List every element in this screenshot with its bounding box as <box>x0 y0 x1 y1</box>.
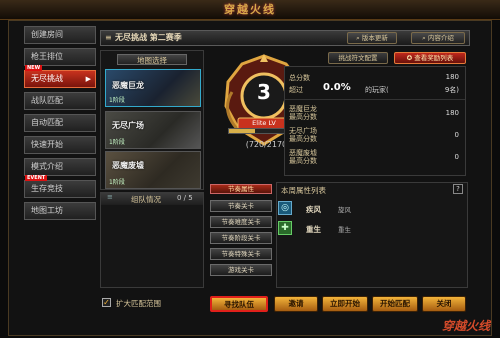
attr-button-1[interactable]: 节奏关卡 <box>210 200 272 212</box>
map1-score-label: 恶魔巨龙 最高分数 <box>289 105 317 121</box>
gift-icon: ✪ <box>406 54 413 62</box>
map3-score-value: 0 <box>454 153 459 161</box>
mode-header: ≡ 无尽挑战 第二赛季 ⌕ 版本更新 ⌕ 内容介绍 <box>100 30 470 46</box>
version-update-button[interactable]: ⌕ 版本更新 <box>347 32 397 44</box>
exceed-suffix: 的玩家( <box>365 86 389 94</box>
sidebar-item-clan-match[interactable]: 战队匹配 <box>24 92 96 110</box>
content-intro-button[interactable]: ⌕ 内容介绍 <box>411 32 465 44</box>
list-icon: ≡ <box>105 33 112 42</box>
rank-level-label: Elite LV <box>252 119 276 127</box>
map-card-dragon[interactable]: 恶魔巨龙 1阶段 <box>105 69 201 107</box>
search-icon: ⌕ <box>422 34 426 42</box>
reward-list-tab[interactable]: ✪ 查看奖励列表 <box>394 52 466 64</box>
team-status-title: 组队情况 <box>131 195 161 204</box>
sidebar-item-create-room[interactable]: 创建房间 <box>24 26 96 44</box>
map3-score-label: 恶魔废墟 最高分数 <box>289 149 317 165</box>
expand-range-option[interactable]: ✓ 扩大匹配范围 <box>102 296 202 310</box>
wind-icon: ◎ <box>278 201 292 215</box>
find-team-button[interactable]: 寻找队伍 <box>210 296 268 312</box>
game-logo: 穿越火线 <box>224 3 276 16</box>
attribute-title: 节奏属性 <box>210 184 272 194</box>
stats-panel: 总分数 180 超过 0.0% 的玩家( 9名) 恶魔巨龙 最高分数 180 无… <box>284 66 466 176</box>
invite-button[interactable]: 邀请 <box>274 296 318 312</box>
map2-score-value: 0 <box>454 131 459 139</box>
team-status-panel: ≡ 组队情况 0 / 5 <box>100 192 204 288</box>
map-select-title: 地图选择 <box>117 54 187 65</box>
attr-button-4[interactable]: 节奏特殊关卡 <box>210 248 272 260</box>
sidebar-item-rank[interactable]: 枪王排位 <box>24 48 96 66</box>
new-badge: NEW <box>25 65 43 71</box>
exceed-percent: 0.0% <box>323 82 351 93</box>
attr-button-2[interactable]: 节奏难度关卡 <box>210 216 272 228</box>
arrow-right-icon: ▶ <box>85 75 91 83</box>
start-match-button[interactable]: 开始匹配 <box>372 296 418 312</box>
map1-score-value: 180 <box>445 109 459 117</box>
event-badge: EVENT <box>25 175 48 181</box>
checkbox-icon[interactable]: ✓ <box>102 298 111 307</box>
attr-button-5[interactable]: 游戏关卡 <box>210 264 272 276</box>
sidebar-item-survival[interactable]: EVENT 生存竞技 <box>24 175 96 198</box>
rank-progress-fill <box>229 129 255 133</box>
rank-position: 9名) <box>444 86 459 94</box>
map-select-panel: 地图选择 恶魔巨龙 1阶段 无尽广场 1阶段 恶魔废墟 1阶段 <box>100 50 204 190</box>
help-icon[interactable]: ? <box>453 184 463 194</box>
attribute-list-title: 本周属性列表 <box>281 186 326 195</box>
page-title: 无尽挑战 第二赛季 <box>115 33 182 42</box>
sidebar-item-quick-start[interactable]: 快速开始 <box>24 136 96 154</box>
map-card-square[interactable]: 无尽广场 1阶段 <box>105 111 201 149</box>
scroll-up-icon[interactable]: ≡ <box>107 193 113 201</box>
search-icon: ⌕ <box>356 34 360 42</box>
total-score-value: 180 <box>445 73 459 81</box>
revive-icon: ✚ <box>278 221 292 235</box>
map-card-ruins[interactable]: 恶魔废墟 1阶段 <box>105 151 201 189</box>
list-item[interactable]: ◎ 疾风 旋风 <box>276 200 466 216</box>
list-item[interactable]: ✚ 重生 重生 <box>276 220 466 236</box>
team-count: 0 / 5 <box>177 194 193 202</box>
total-score-label: 总分数 <box>289 74 310 82</box>
attr-button-3[interactable]: 节奏阶段关卡 <box>210 232 272 244</box>
sidebar-item-auto-match[interactable]: 自动匹配 <box>24 114 96 132</box>
challenge-config-tab[interactable]: 挑战符文配置 <box>328 52 388 64</box>
map2-score-label: 无尽广场 最高分数 <box>289 127 317 143</box>
watermark-logo: 穿越火线 <box>441 319 490 333</box>
sidebar-item-mode-intro[interactable]: 模式介绍 <box>24 158 96 176</box>
close-button[interactable]: 关闭 <box>422 296 466 312</box>
sidebar: 创建房间 枪王排位 NEW 无尽挑战 ▶ 战队匹配 自动匹配 快速开始 模式介绍… <box>24 26 96 326</box>
rank-level: 3 <box>257 80 271 104</box>
sidebar-item-endless[interactable]: NEW 无尽挑战 ▶ <box>24 65 96 88</box>
exceed-label: 超过 <box>289 86 303 94</box>
sidebar-item-map-workshop[interactable]: 地图工坊 <box>24 202 96 220</box>
divider <box>285 99 465 100</box>
start-now-button[interactable]: 立即开始 <box>322 296 368 312</box>
